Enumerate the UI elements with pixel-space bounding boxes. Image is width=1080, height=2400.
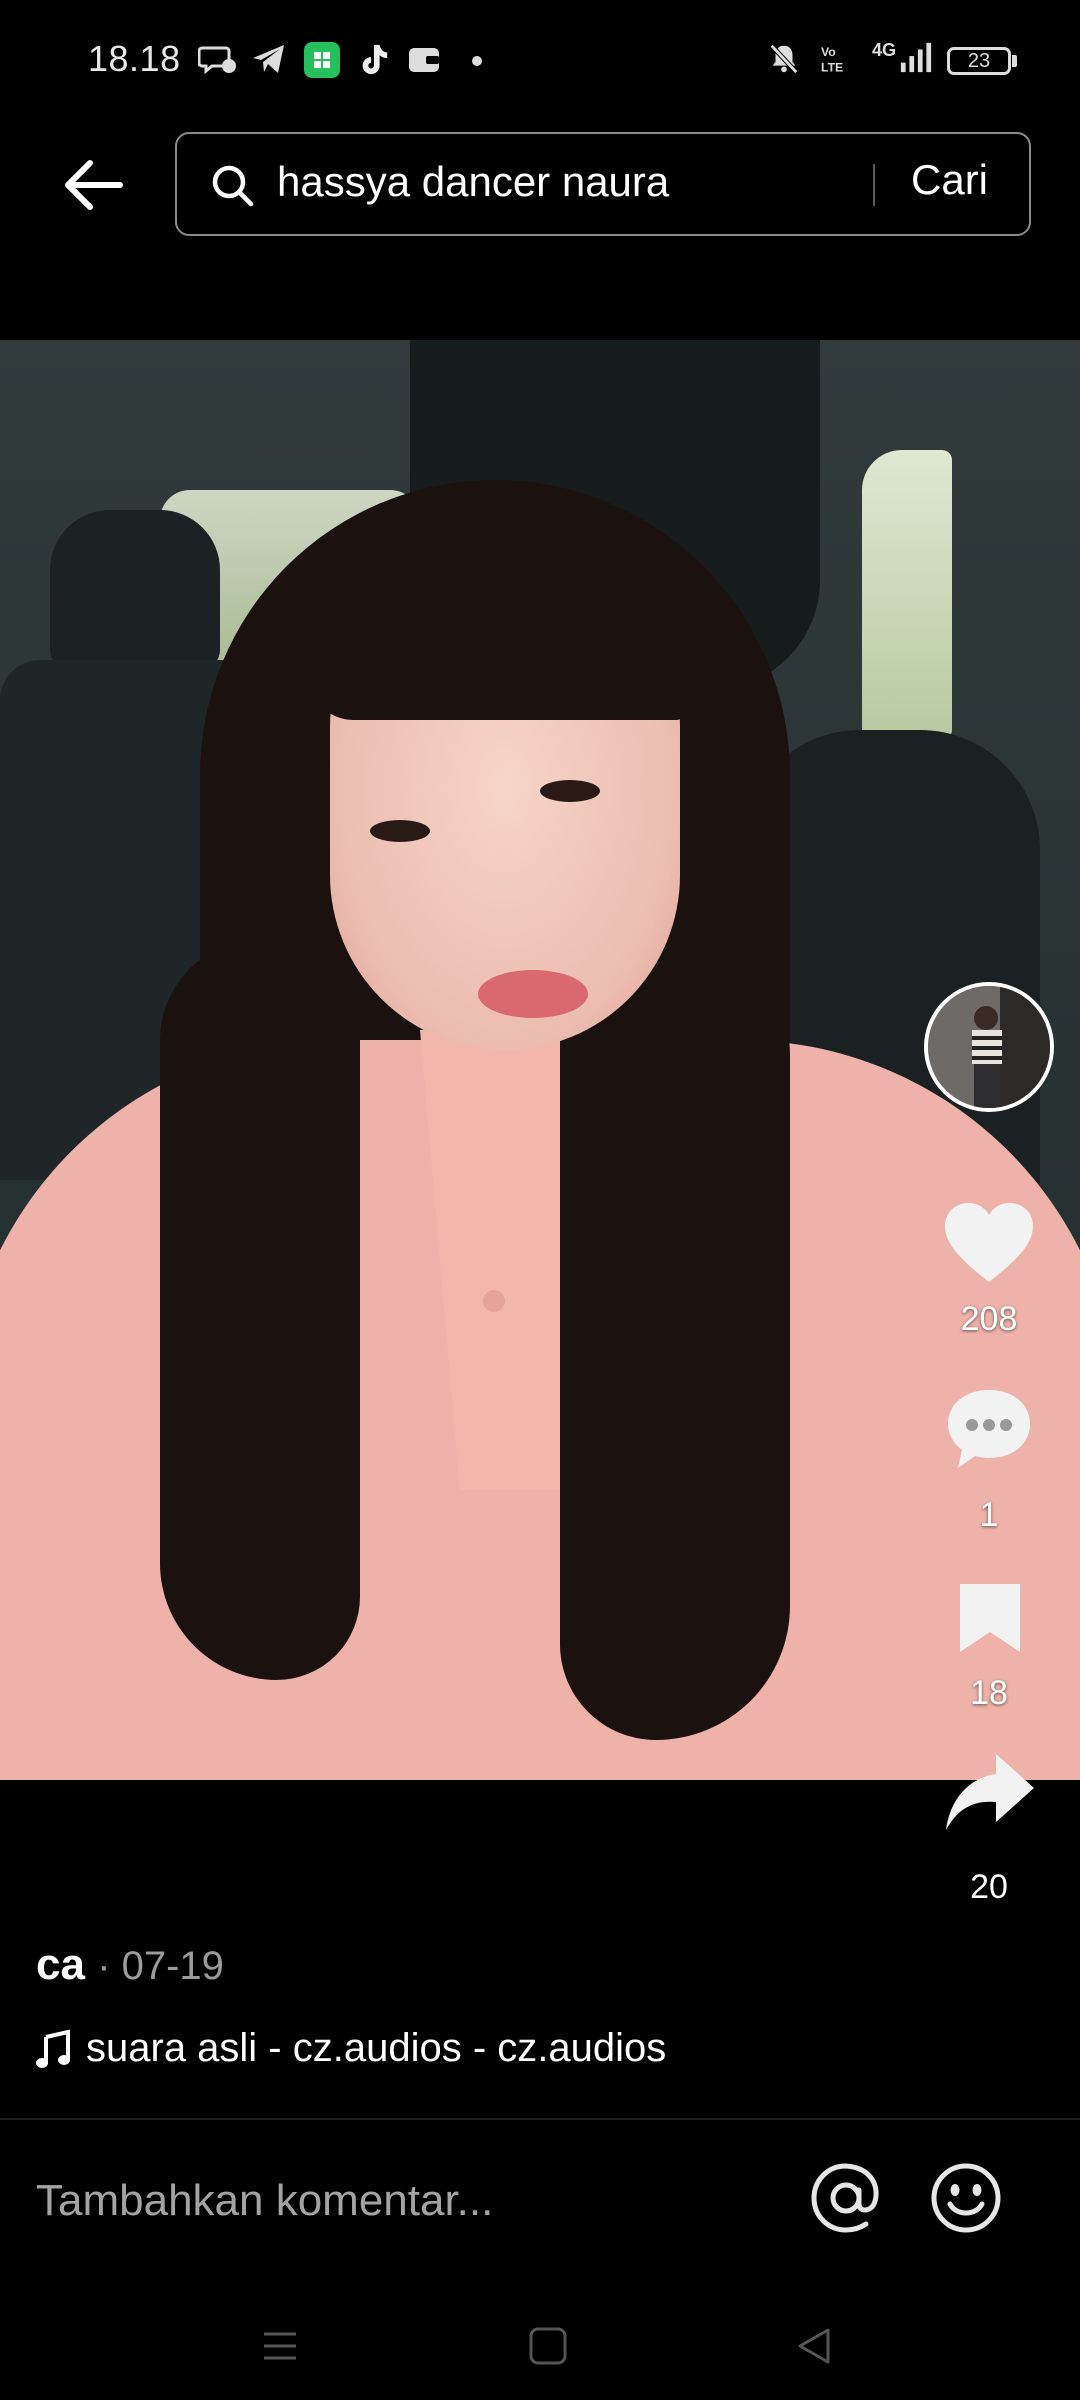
signal-icon xyxy=(900,42,932,73)
shirt-button xyxy=(483,1290,505,1312)
save-button[interactable] xyxy=(954,1580,1026,1656)
share-icon xyxy=(946,1754,1034,1830)
recent-apps-button[interactable] xyxy=(258,2326,302,2366)
status-bar: 18.18 Vo LTE 4G 23 xyxy=(0,0,1080,120)
rear-headrest xyxy=(50,510,220,670)
like-button[interactable] xyxy=(941,1200,1037,1290)
mention-button[interactable] xyxy=(808,2160,884,2236)
chat-notification-icon xyxy=(198,46,236,75)
emoji-button[interactable] xyxy=(928,2160,1004,2236)
post-meta: ca · 07-19 xyxy=(36,1940,224,1990)
music-note-icon xyxy=(36,2028,70,2068)
save-count: 18 xyxy=(970,1674,1008,1712)
comment-button[interactable] xyxy=(944,1386,1034,1472)
tiktok-icon xyxy=(362,44,388,75)
creator-avatar[interactable] xyxy=(924,982,1054,1112)
mute-bell-icon xyxy=(769,44,799,74)
volte-icon: Vo LTE xyxy=(821,45,843,74)
post-date: · 07-19 xyxy=(97,1944,224,1988)
lips xyxy=(478,970,588,1018)
telegram-icon xyxy=(253,45,284,73)
svg-text:LTE: LTE xyxy=(821,60,843,74)
comment-input[interactable]: Tambahkan komentar... xyxy=(36,2176,493,2226)
bookmark-icon xyxy=(960,1584,1020,1652)
comment-icon xyxy=(948,1390,1030,1468)
sound-link[interactable]: suara asli - cz.audios - cz.audios xyxy=(36,2026,666,2071)
hair-right xyxy=(560,940,790,1740)
nav-back-button[interactable] xyxy=(792,2324,836,2368)
hair-left xyxy=(160,940,360,1680)
svg-text:Vo: Vo xyxy=(821,45,836,59)
sound-label: suara asli - cz.audios - cz.audios xyxy=(86,2026,667,2070)
video-player[interactable] xyxy=(0,340,1080,1780)
author-name[interactable]: ca xyxy=(36,1940,85,1989)
back-arrow-icon xyxy=(65,160,123,210)
heart-icon xyxy=(945,1203,1033,1282)
battery-tip xyxy=(1012,55,1017,67)
wallet-icon xyxy=(409,48,439,72)
status-time: 18.18 xyxy=(88,38,181,79)
comment-count: 1 xyxy=(979,1496,999,1534)
emoji-icon xyxy=(931,2163,1001,2233)
like-count: 208 xyxy=(960,1300,1018,1338)
home-button[interactable] xyxy=(526,2324,570,2368)
back-button[interactable] xyxy=(50,150,136,220)
share-button[interactable] xyxy=(944,1750,1036,1834)
app-notification-icon xyxy=(304,42,340,78)
right-eye xyxy=(540,780,600,802)
more-notifications-dot xyxy=(472,56,482,66)
search-bar[interactable]: hassya dancer naura Cari xyxy=(175,132,1031,236)
search-submit-button[interactable]: Cari xyxy=(911,156,988,204)
at-icon xyxy=(811,2163,879,2233)
comment-divider xyxy=(0,2118,1080,2120)
bangs xyxy=(310,540,690,720)
search-icon xyxy=(212,165,254,207)
side-window xyxy=(862,450,952,740)
share-count: 20 xyxy=(970,1868,1008,1906)
battery-indicator: 23 xyxy=(947,47,1011,75)
search-divider xyxy=(873,164,875,206)
left-eye xyxy=(370,820,430,842)
search-input[interactable]: hassya dancer naura xyxy=(277,158,669,206)
system-nav-bar xyxy=(0,2290,1080,2400)
